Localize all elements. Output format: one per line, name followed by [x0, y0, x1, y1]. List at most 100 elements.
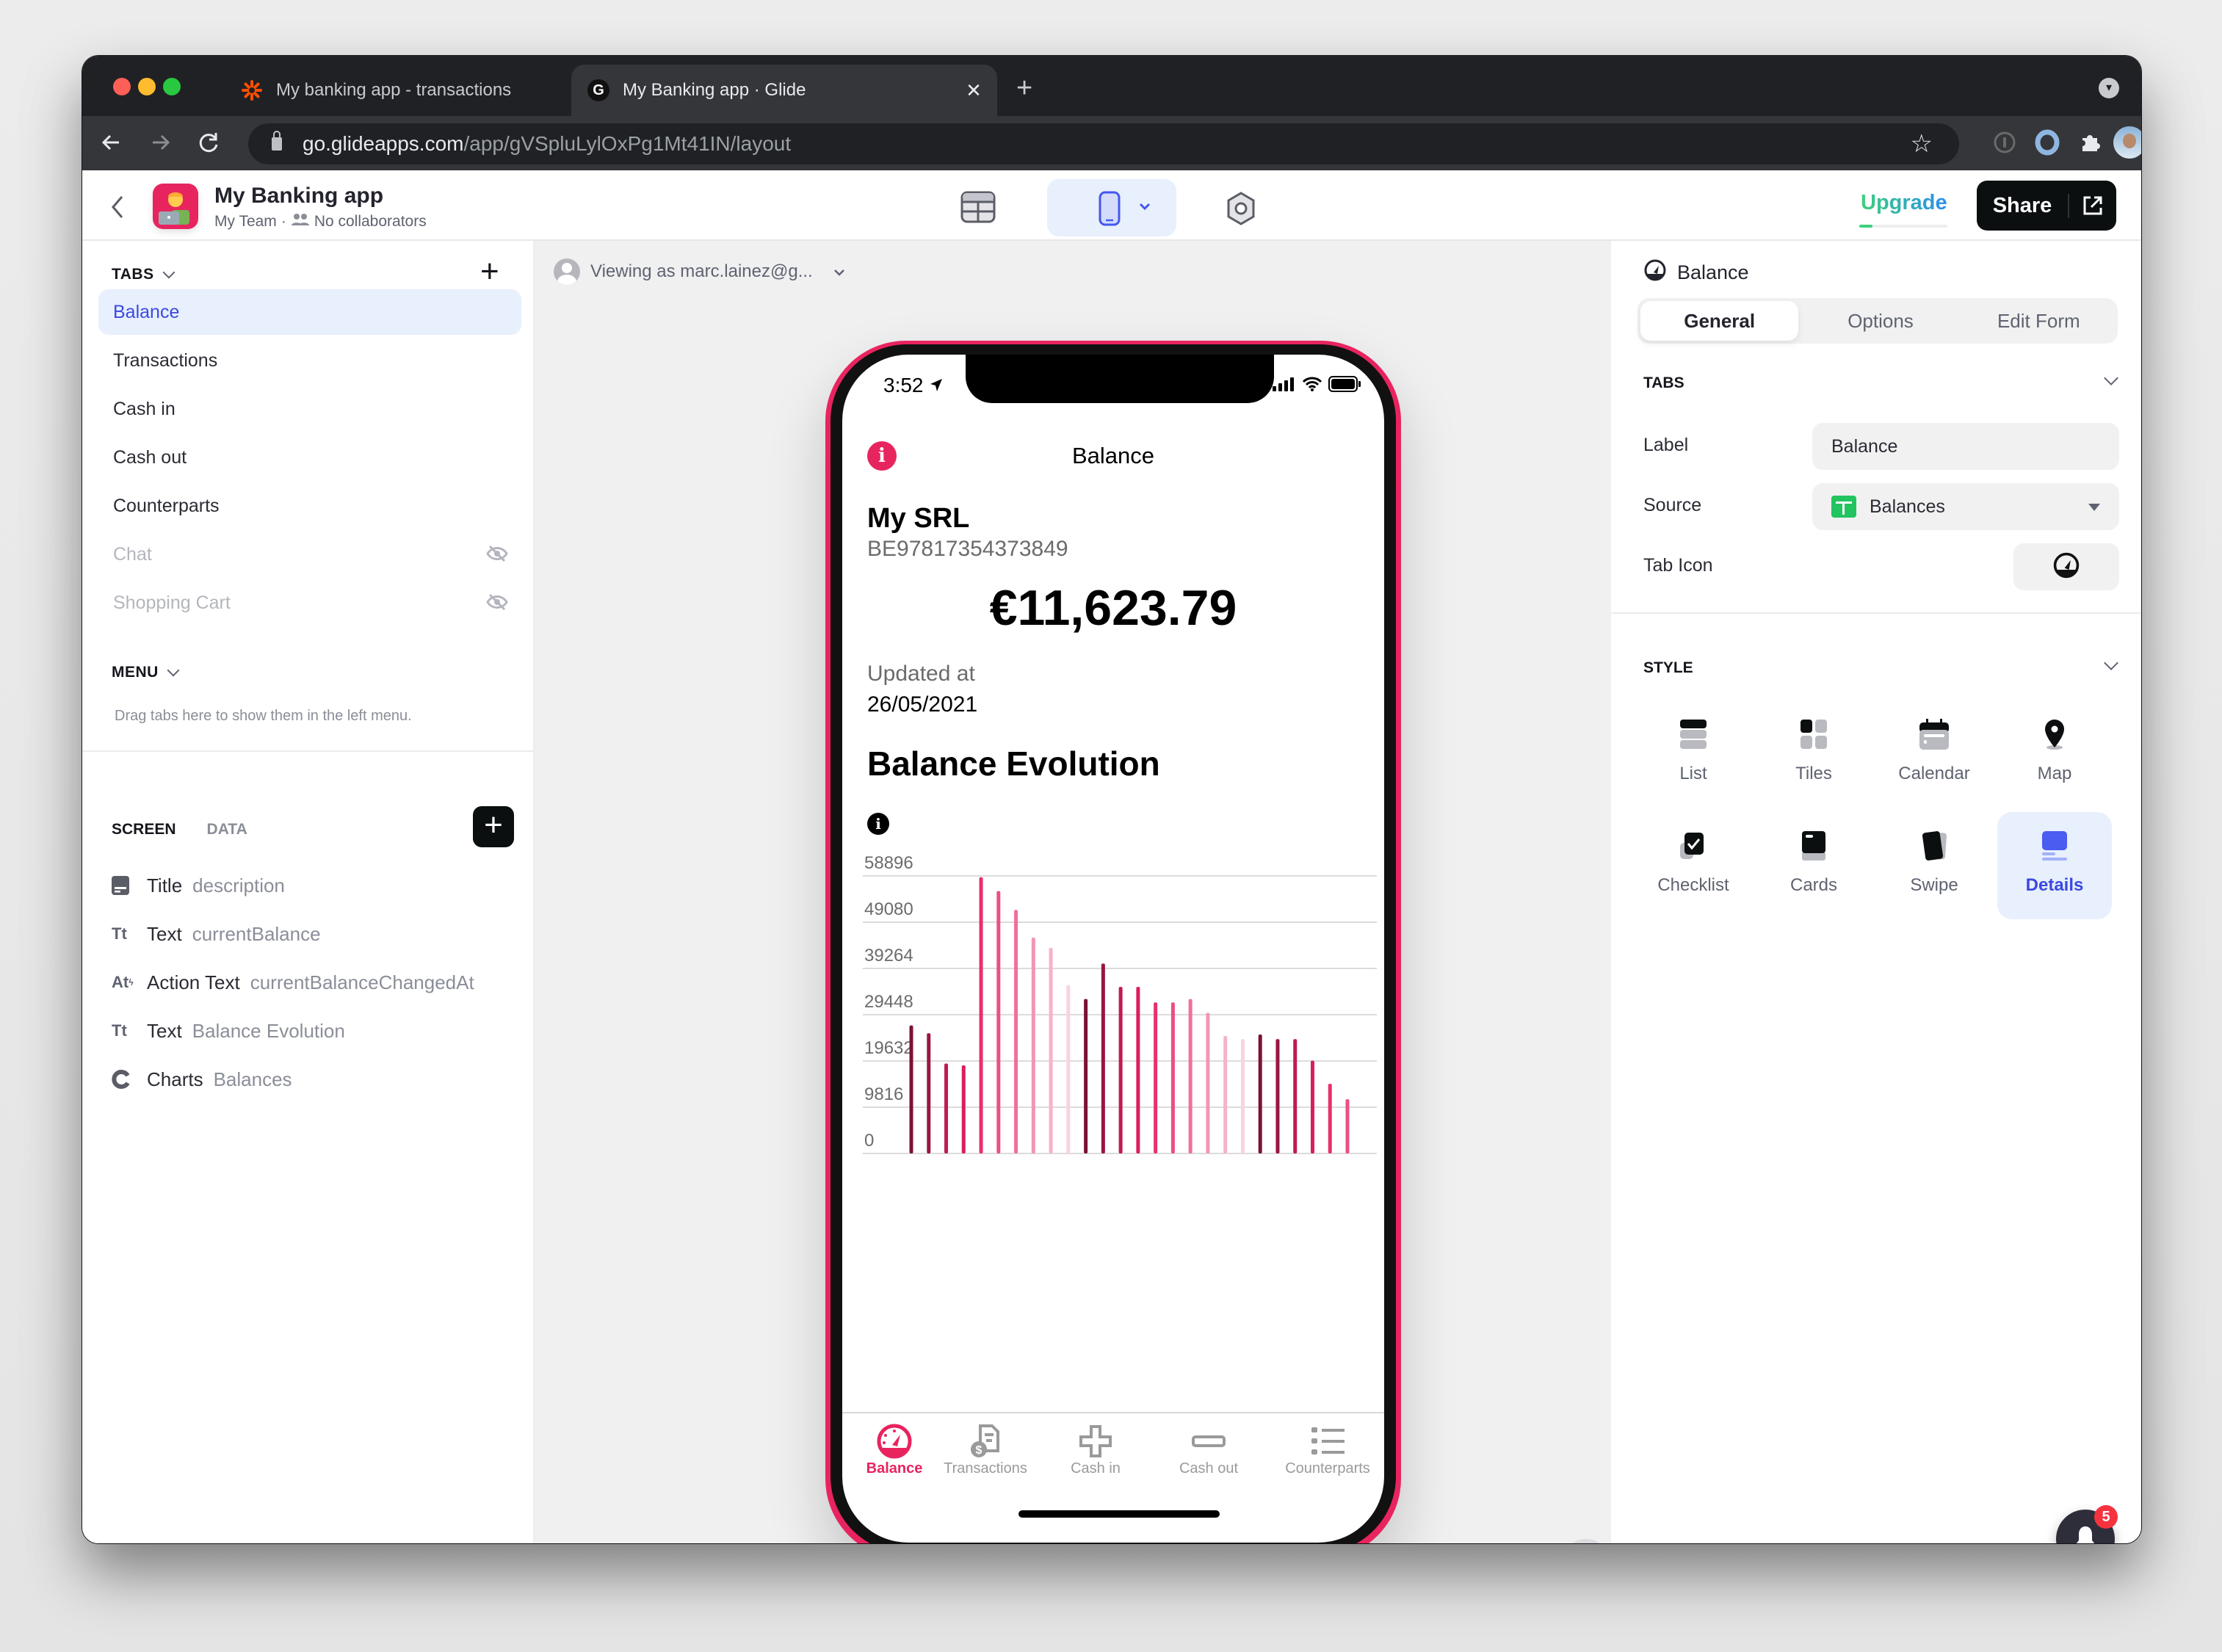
- sidebar-tab-counterparts[interactable]: Counterparts: [98, 483, 521, 529]
- upgrade-link[interactable]: Upgrade: [1861, 191, 1947, 215]
- external-link-icon[interactable]: [2069, 195, 2116, 217]
- tab-search-icon[interactable]: ▾: [2099, 78, 2119, 98]
- source-select[interactable]: Balances: [1812, 483, 2119, 530]
- chart-bar[interactable]: [944, 1063, 949, 1153]
- phone-tab-cash-in[interactable]: Cash in: [1041, 1422, 1151, 1477]
- segment-general[interactable]: General: [1640, 301, 1799, 341]
- chart-bar[interactable]: [1066, 985, 1071, 1153]
- chart-bar[interactable]: [1345, 1099, 1350, 1153]
- collaborators-text[interactable]: No collaborators: [314, 213, 427, 231]
- style-option-map[interactable]: Map: [1997, 700, 2112, 808]
- menu-drop-hint[interactable]: Drag tabs here to show them in the left …: [115, 708, 412, 725]
- chart-bar[interactable]: [1031, 938, 1035, 1153]
- style-option-cards[interactable]: Cards: [1756, 812, 1871, 919]
- style-option-checklist[interactable]: Checklist: [1636, 812, 1751, 919]
- select-cursor-button[interactable]: [1563, 1539, 1610, 1543]
- 1password-extension-icon[interactable]: [1988, 126, 2021, 159]
- style-option-tiles[interactable]: Tiles: [1756, 700, 1871, 808]
- chart-bar[interactable]: [1101, 963, 1105, 1153]
- tab-screen[interactable]: SCREEN: [112, 821, 176, 838]
- style-option-calendar[interactable]: Calendar: [1877, 700, 1991, 808]
- menu-section-header[interactable]: MENU: [112, 664, 180, 681]
- component-row[interactable]: At ϟ Action Text currentBalanceChangedAt: [112, 968, 474, 997]
- phone-tab-transactions[interactable]: $ Transactions: [924, 1422, 1046, 1477]
- segment-edit-form[interactable]: Edit Form: [1960, 298, 2118, 344]
- add-tab-button[interactable]: +: [480, 256, 499, 288]
- window-close-button[interactable]: [113, 78, 131, 95]
- app-icon[interactable]: [153, 184, 198, 229]
- sidebar-tab-balance[interactable]: Balance: [98, 289, 521, 335]
- chart-bar[interactable]: [927, 1033, 931, 1153]
- browser-tab-glide[interactable]: G My Banking app · Glide ✕: [571, 65, 997, 116]
- chart-bar[interactable]: [1118, 987, 1123, 1153]
- chart-info-icon[interactable]: i: [867, 813, 889, 835]
- sidebar-tab-chat[interactable]: Chat: [98, 532, 521, 577]
- settings-hex-icon[interactable]: [1225, 191, 1257, 230]
- component-row[interactable]: Tt Text Balance Evolution: [112, 1016, 345, 1046]
- style-option-list[interactable]: List: [1636, 700, 1751, 808]
- sidebar-tab-cash-in[interactable]: Cash in: [98, 386, 521, 432]
- chart-bar[interactable]: [1240, 1039, 1245, 1153]
- phone-tab-cash-out[interactable]: Cash out: [1154, 1422, 1264, 1477]
- chart-bar[interactable]: [1206, 1012, 1210, 1153]
- data-editor-icon[interactable]: [960, 191, 996, 227]
- sidebar-tab-shopping-cart[interactable]: Shopping Cart: [98, 580, 521, 626]
- back-arrow-icon[interactable]: [97, 128, 126, 157]
- chart-bar[interactable]: [1049, 948, 1053, 1153]
- chart-bar[interactable]: [1293, 1039, 1298, 1153]
- extensions-puzzle-icon[interactable]: [2074, 126, 2106, 159]
- chart-bar[interactable]: [1188, 999, 1193, 1153]
- tab-data[interactable]: DATA: [207, 821, 247, 838]
- tab-icon-picker[interactable]: [2013, 543, 2119, 590]
- component-row[interactable]: Tt Text currentBalance: [112, 919, 321, 949]
- component-row[interactable]: Charts Balances: [112, 1065, 292, 1094]
- tabs-section-header[interactable]: TABS: [112, 266, 175, 283]
- forward-arrow-icon[interactable]: [145, 128, 175, 157]
- chart-bar[interactable]: [1223, 1036, 1228, 1153]
- viewing-as-selector[interactable]: Viewing as marc.lainez@g...: [554, 258, 845, 285]
- bookmark-star-icon[interactable]: ☆: [1911, 129, 1933, 159]
- component-row[interactable]: Title description: [112, 871, 285, 900]
- chart-bar[interactable]: [1170, 1002, 1175, 1153]
- add-component-button[interactable]: +: [473, 806, 514, 847]
- tabs-section-heading[interactable]: TABS: [1643, 374, 1684, 392]
- profile-avatar[interactable]: [2113, 126, 2141, 159]
- chart-bar[interactable]: [909, 1025, 913, 1153]
- chart-bar[interactable]: [1258, 1034, 1262, 1153]
- chart-bar[interactable]: [1014, 910, 1018, 1153]
- back-chevron-icon[interactable]: [109, 192, 126, 225]
- chart-bar[interactable]: [1310, 1060, 1314, 1153]
- chart-bar[interactable]: [1275, 1039, 1280, 1153]
- new-tab-button[interactable]: +: [1016, 73, 1032, 103]
- close-tab-icon[interactable]: ✕: [959, 79, 988, 102]
- phone-tab-counterparts[interactable]: Counterparts: [1264, 1422, 1384, 1477]
- device-selector[interactable]: [1047, 179, 1176, 236]
- sidebar-tab-cash-out[interactable]: Cash out: [98, 435, 521, 480]
- chart-bar[interactable]: [996, 891, 1001, 1153]
- segment-options[interactable]: Options: [1801, 298, 1959, 344]
- current-balance: €11,623.79: [989, 580, 1237, 636]
- label-input[interactable]: Balance: [1812, 423, 2119, 470]
- chevron-down-icon[interactable]: [2104, 656, 2118, 670]
- app-name[interactable]: My Banking app: [214, 184, 383, 209]
- updated-date[interactable]: 26/05/2021: [867, 692, 977, 717]
- chart-bar[interactable]: [1328, 1084, 1332, 1153]
- extension-ring-icon[interactable]: [2031, 126, 2063, 159]
- chart-bar[interactable]: [961, 1065, 966, 1153]
- style-option-details[interactable]: Details: [1997, 812, 2112, 919]
- window-zoom-button[interactable]: [163, 78, 181, 95]
- sidebar-tab-transactions[interactable]: Transactions: [98, 338, 521, 383]
- share-button[interactable]: Share: [1977, 181, 2116, 231]
- style-option-swipe[interactable]: Swipe: [1877, 812, 1991, 919]
- eye-off-icon[interactable]: [486, 593, 508, 616]
- reload-icon[interactable]: [194, 128, 223, 157]
- style-section-heading[interactable]: STYLE: [1643, 659, 1693, 677]
- chevron-down-icon[interactable]: [2104, 371, 2118, 385]
- chart-bar[interactable]: [1084, 999, 1088, 1153]
- eye-off-icon[interactable]: [486, 545, 508, 568]
- chart-bar[interactable]: [979, 877, 983, 1153]
- chart-bar[interactable]: [1154, 1002, 1158, 1153]
- url-input[interactable]: go.glideapps.com/app/gVSpluLylOxPg1Mt41I…: [248, 123, 1959, 164]
- chart-bar[interactable]: [1136, 987, 1140, 1153]
- window-minimize-button[interactable]: [138, 78, 156, 95]
